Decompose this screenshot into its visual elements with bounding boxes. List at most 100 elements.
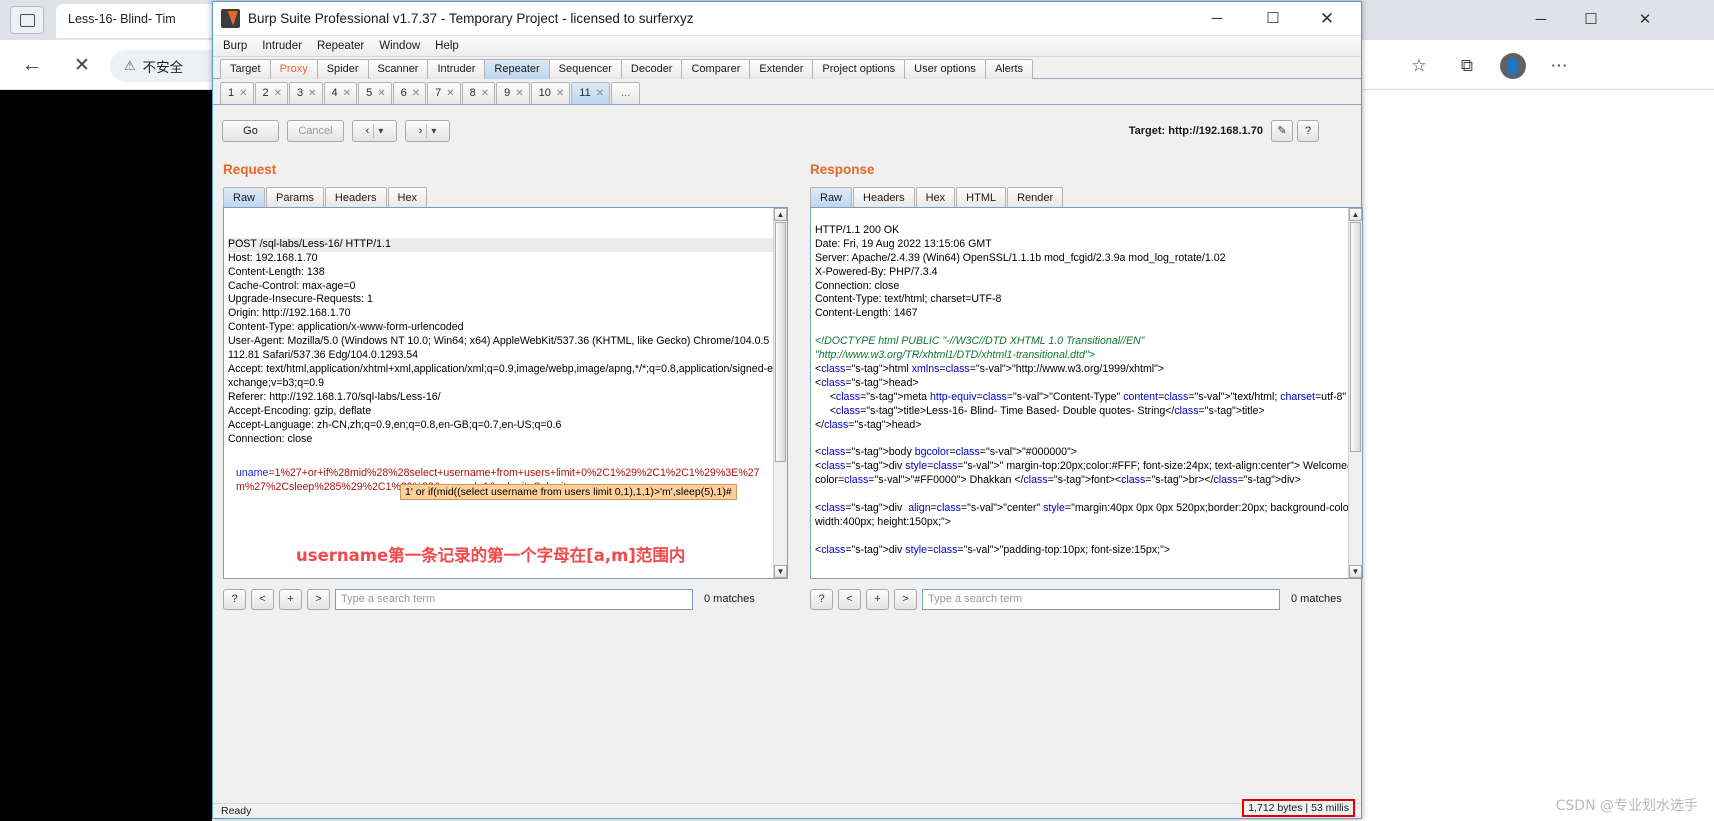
request-search-prev-button[interactable]: < <box>251 588 274 610</box>
scroll-down-icon[interactable]: ▼ <box>774 565 787 578</box>
pencil-icon[interactable]: ✎ <box>1271 120 1293 142</box>
repeater-tab-10[interactable]: 10 ✕ <box>530 82 571 104</box>
go-button[interactable]: Go <box>222 120 279 142</box>
request-subtab-raw[interactable]: Raw <box>223 187 266 208</box>
repeater-tab-11[interactable]: 11 ✕ <box>571 82 611 104</box>
previous-request-button[interactable]: ‹ ▾ <box>352 120 397 142</box>
next-request-button[interactable]: › ▾ <box>405 120 450 142</box>
menu-item-help[interactable]: Help <box>433 40 461 52</box>
help-icon[interactable]: ? <box>1297 120 1319 142</box>
close-icon[interactable]: ✕ <box>377 83 385 104</box>
tab-intruder[interactable]: Intruder <box>427 59 486 79</box>
browser-close-button[interactable]: ✕ <box>1622 8 1668 32</box>
tab-spider[interactable]: Spider <box>316 59 369 79</box>
close-icon[interactable]: ✕ <box>481 83 489 104</box>
next-arrow-icon: › <box>418 125 423 137</box>
tab-comparer[interactable]: Comparer <box>681 59 751 79</box>
status-text: Ready <box>221 805 252 817</box>
scroll-thumb[interactable] <box>775 222 786 462</box>
menu-item-burp[interactable]: Burp <box>221 40 249 52</box>
chevron-down-icon: ▾ <box>431 126 437 137</box>
repeater-panel: Go Cancel ‹ ▾ › ▾ Target: http://192.168.1… <box>213 106 1363 803</box>
scroll-up-icon[interactable]: ▲ <box>1349 208 1362 221</box>
profile-avatar[interactable]: 👤 <box>1500 53 1526 79</box>
request-search-input[interactable]: Type a search term <box>335 588 693 610</box>
burp-suite-window: Burp Suite Professional v1.7.37 - Tempor… <box>212 1 1363 819</box>
browser-tab-label: Less-16- Blind- Tim <box>68 12 176 26</box>
repeater-tab-label: 11 <box>579 87 591 99</box>
tab-extender[interactable]: Extender <box>749 59 814 79</box>
browser-maximize-button[interactable]: ☐ <box>1568 8 1614 32</box>
response-search-next-button[interactable]: > <box>894 588 917 610</box>
menu-item-window[interactable]: Window <box>377 40 422 52</box>
close-icon[interactable]: ✕ <box>515 83 523 104</box>
repeater-tab-1[interactable]: 1 ✕ <box>220 82 254 104</box>
collections-icon[interactable]: ⧉ <box>1452 52 1482 80</box>
more-options-icon[interactable]: ⋯ <box>1544 52 1574 80</box>
tab-grid-icon[interactable] <box>10 6 44 34</box>
request-subtab-headers[interactable]: Headers <box>324 187 387 208</box>
scroll-thumb[interactable] <box>1350 222 1361 452</box>
tab-project-options[interactable]: Project options <box>812 59 906 79</box>
burp-minimize-button[interactable]: ─ <box>1193 2 1241 36</box>
repeater-tab-2[interactable]: 2 ✕ <box>254 82 289 104</box>
response-editor[interactable]: HTTP/1.1 200 OK Date: Fri, 19 Aug 2022 1… <box>810 207 1363 579</box>
close-icon[interactable]: ✕ <box>412 83 420 104</box>
request-subtab-hex[interactable]: Hex <box>387 187 428 208</box>
response-search-help-button[interactable]: ? <box>810 588 833 610</box>
annotation-text: username第一条记录的第一个字母在[a,m]范围内 <box>296 546 686 565</box>
repeater-tab-5[interactable]: 5 ✕ <box>358 82 392 104</box>
repeater-tab-label: 4 <box>331 87 338 99</box>
browser-minimize-button[interactable]: ─ <box>1518 8 1564 32</box>
stop-icon[interactable]: ✕ <box>68 52 96 80</box>
tab-alerts[interactable]: Alerts <box>984 59 1034 79</box>
repeater-tab-label: 1 <box>228 87 235 99</box>
burp-close-button[interactable]: ✕ <box>1303 2 1351 36</box>
cancel-button[interactable]: Cancel <box>287 120 344 142</box>
back-icon[interactable]: ← <box>18 52 46 80</box>
response-subtab-headers[interactable]: Headers <box>853 187 915 208</box>
repeater-tab-9[interactable]: 9 ✕ <box>496 82 530 104</box>
tab-scanner[interactable]: Scanner <box>367 59 429 79</box>
repeater-tab-6[interactable]: 6 ✕ <box>392 82 427 104</box>
close-icon[interactable]: ✕ <box>596 83 604 104</box>
request-subtab-params[interactable]: Params <box>266 187 324 208</box>
tab-proxy[interactable]: Proxy <box>269 59 318 79</box>
repeater-tab-3[interactable]: 3 ✕ <box>289 82 323 104</box>
request-vertical-scrollbar[interactable]: ▲ ▼ <box>773 208 787 578</box>
tab-decoder[interactable]: Decoder <box>620 59 683 79</box>
menu-item-intruder[interactable]: Intruder <box>260 40 304 52</box>
response-subtab-raw[interactable]: Raw <box>810 187 853 208</box>
close-icon[interactable]: ✕ <box>274 83 282 104</box>
close-icon[interactable]: ✕ <box>239 83 247 104</box>
favorites-icon[interactable]: ☆ <box>1404 52 1434 80</box>
request-search-next-button[interactable]: > <box>307 588 330 610</box>
repeater-tab-7[interactable]: 7 ✕ <box>427 82 461 104</box>
warning-triangle-icon: ⚠ <box>124 58 136 73</box>
scroll-down-icon[interactable]: ▼ <box>1349 565 1362 578</box>
burp-maximize-button[interactable]: ☐ <box>1249 2 1297 36</box>
tab-repeater[interactable]: Repeater <box>484 59 550 79</box>
response-search-prev-button[interactable]: < <box>838 588 861 610</box>
tab-user-options[interactable]: User options <box>904 59 986 79</box>
response-vertical-scrollbar[interactable]: ▲ ▼ <box>1348 208 1362 578</box>
repeater-tab-more[interactable]: ... <box>611 82 641 104</box>
response-search-add-button[interactable]: + <box>866 588 889 610</box>
tab-target[interactable]: Target <box>220 59 271 79</box>
response-search-input[interactable]: Type a search term <box>922 588 1280 610</box>
repeater-tab-8[interactable]: 8 ✕ <box>461 82 496 104</box>
tab-sequencer[interactable]: Sequencer <box>548 59 622 79</box>
response-subtab-hex[interactable]: Hex <box>915 187 956 208</box>
request-editor[interactable]: POST /sql-labs/Less-16/ HTTP/1.1 Host: 19… <box>223 207 788 579</box>
close-icon[interactable]: ✕ <box>446 83 454 104</box>
response-subtab-html[interactable]: HTML <box>956 187 1007 208</box>
close-icon[interactable]: ✕ <box>343 83 351 104</box>
repeater-tab-4[interactable]: 4 ✕ <box>323 82 358 104</box>
scroll-up-icon[interactable]: ▲ <box>774 208 787 221</box>
close-icon[interactable]: ✕ <box>308 83 316 104</box>
close-icon[interactable]: ✕ <box>556 83 564 104</box>
request-search-help-button[interactable]: ? <box>223 588 246 610</box>
response-subtab-render[interactable]: Render <box>1007 187 1064 208</box>
request-search-add-button[interactable]: + <box>279 588 302 610</box>
menu-item-repeater[interactable]: Repeater <box>315 40 366 52</box>
